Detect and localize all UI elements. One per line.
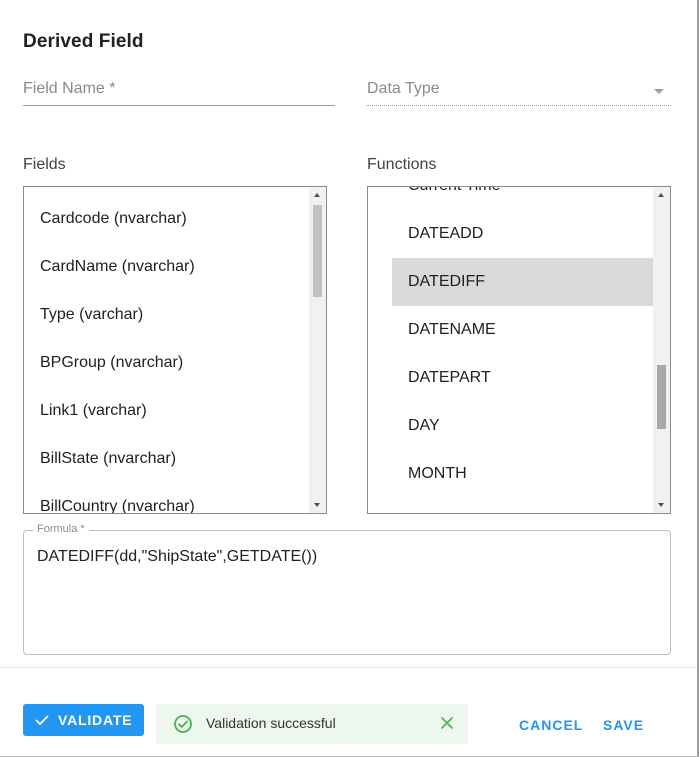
list-item[interactable]: DAY <box>368 402 653 450</box>
list-item[interactable]: DATENAME <box>368 306 653 354</box>
fields-scrollbar[interactable] <box>309 187 326 513</box>
derived-field-dialog: Derived Field Field Name * Data Type Fie… <box>0 0 699 757</box>
save-button[interactable]: SAVE <box>603 717 644 733</box>
functions-list: Current Time DATEADD DATEDIFF DATENAME D… <box>368 187 653 513</box>
close-icon[interactable] <box>440 716 454 730</box>
cancel-button[interactable]: CANCEL <box>519 717 583 733</box>
scroll-up-icon[interactable] <box>658 193 664 197</box>
validate-button[interactable]: VALIDATE <box>23 704 144 736</box>
formula-value: DATEDIFF(dd,"ShipState",GETDATE()) <box>37 548 318 565</box>
list-item[interactable]: DATEADD <box>368 210 653 258</box>
scroll-down-icon[interactable] <box>314 503 320 507</box>
data-type-placeholder: Data Type <box>367 80 440 97</box>
list-item-selected[interactable]: DATEDIFF <box>392 258 653 306</box>
fields-listbox[interactable]: Cardcode (nvarchar) CardName (nvarchar) … <box>23 186 327 514</box>
list-item[interactable]: BillCountry (nvarchar) <box>24 483 309 513</box>
scrollbar-thumb[interactable] <box>657 365 666 429</box>
scrollbar-thumb[interactable] <box>313 205 322 297</box>
formula-label: Formula * <box>33 523 89 535</box>
validation-toast: Validation successful <box>156 704 468 744</box>
validate-label: VALIDATE <box>58 712 133 728</box>
formula-textarea[interactable]: Formula * DATEDIFF(dd,"ShipState",GETDAT… <box>23 523 671 655</box>
fields-list: Cardcode (nvarchar) CardName (nvarchar) … <box>24 187 309 513</box>
list-item[interactable]: Current Time <box>368 187 653 210</box>
data-type-select[interactable]: Data Type <box>367 79 671 106</box>
check-circle-icon <box>174 715 192 733</box>
scroll-up-icon[interactable] <box>314 193 320 197</box>
list-item[interactable]: Cardcode (nvarchar) <box>24 195 309 243</box>
field-name-placeholder: Field Name * <box>23 80 116 97</box>
dialog-title: Derived Field <box>23 31 144 52</box>
scroll-down-icon[interactable] <box>658 503 664 507</box>
field-name-input[interactable]: Field Name * <box>23 79 335 106</box>
list-item[interactable]: BPGroup (nvarchar) <box>24 339 309 387</box>
functions-scrollbar[interactable] <box>653 187 670 513</box>
list-item[interactable]: Link1 (varchar) <box>24 387 309 435</box>
check-icon <box>35 715 49 725</box>
list-item[interactable]: DATEPART <box>368 354 653 402</box>
chevron-down-icon <box>654 89 664 94</box>
toast-message: Validation successful <box>206 715 336 731</box>
functions-listbox[interactable]: Current Time DATEADD DATEDIFF DATENAME D… <box>367 186 671 514</box>
footer-divider <box>0 667 697 668</box>
list-item[interactable]: MONTH <box>368 450 653 498</box>
fields-label: Fields <box>23 156 66 173</box>
list-item[interactable]: BillState (nvarchar) <box>24 435 309 483</box>
list-item[interactable]: Type (varchar) <box>24 291 309 339</box>
list-item[interactable]: CardName (nvarchar) <box>24 243 309 291</box>
functions-label: Functions <box>367 156 437 173</box>
